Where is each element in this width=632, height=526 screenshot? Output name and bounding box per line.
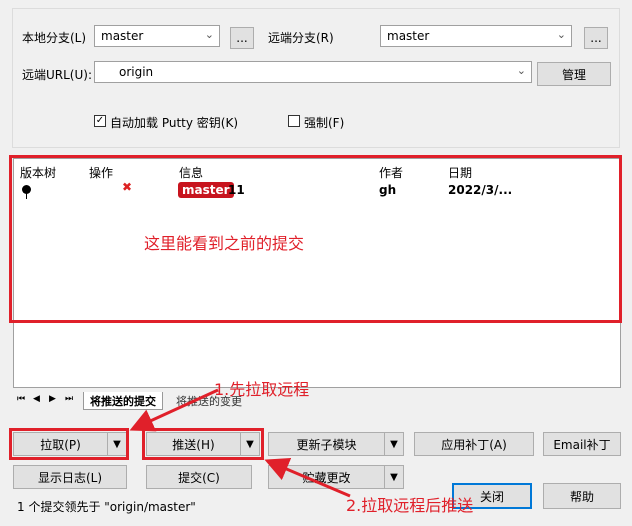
step2-annotation: 2.拉取远程后推送: [346, 496, 474, 515]
step1-arrow: [129, 388, 219, 432]
step2-arrow: [264, 457, 351, 498]
annotation-arrows: [129, 388, 351, 498]
step1-annotation: 1.先拉取远程: [214, 380, 310, 399]
